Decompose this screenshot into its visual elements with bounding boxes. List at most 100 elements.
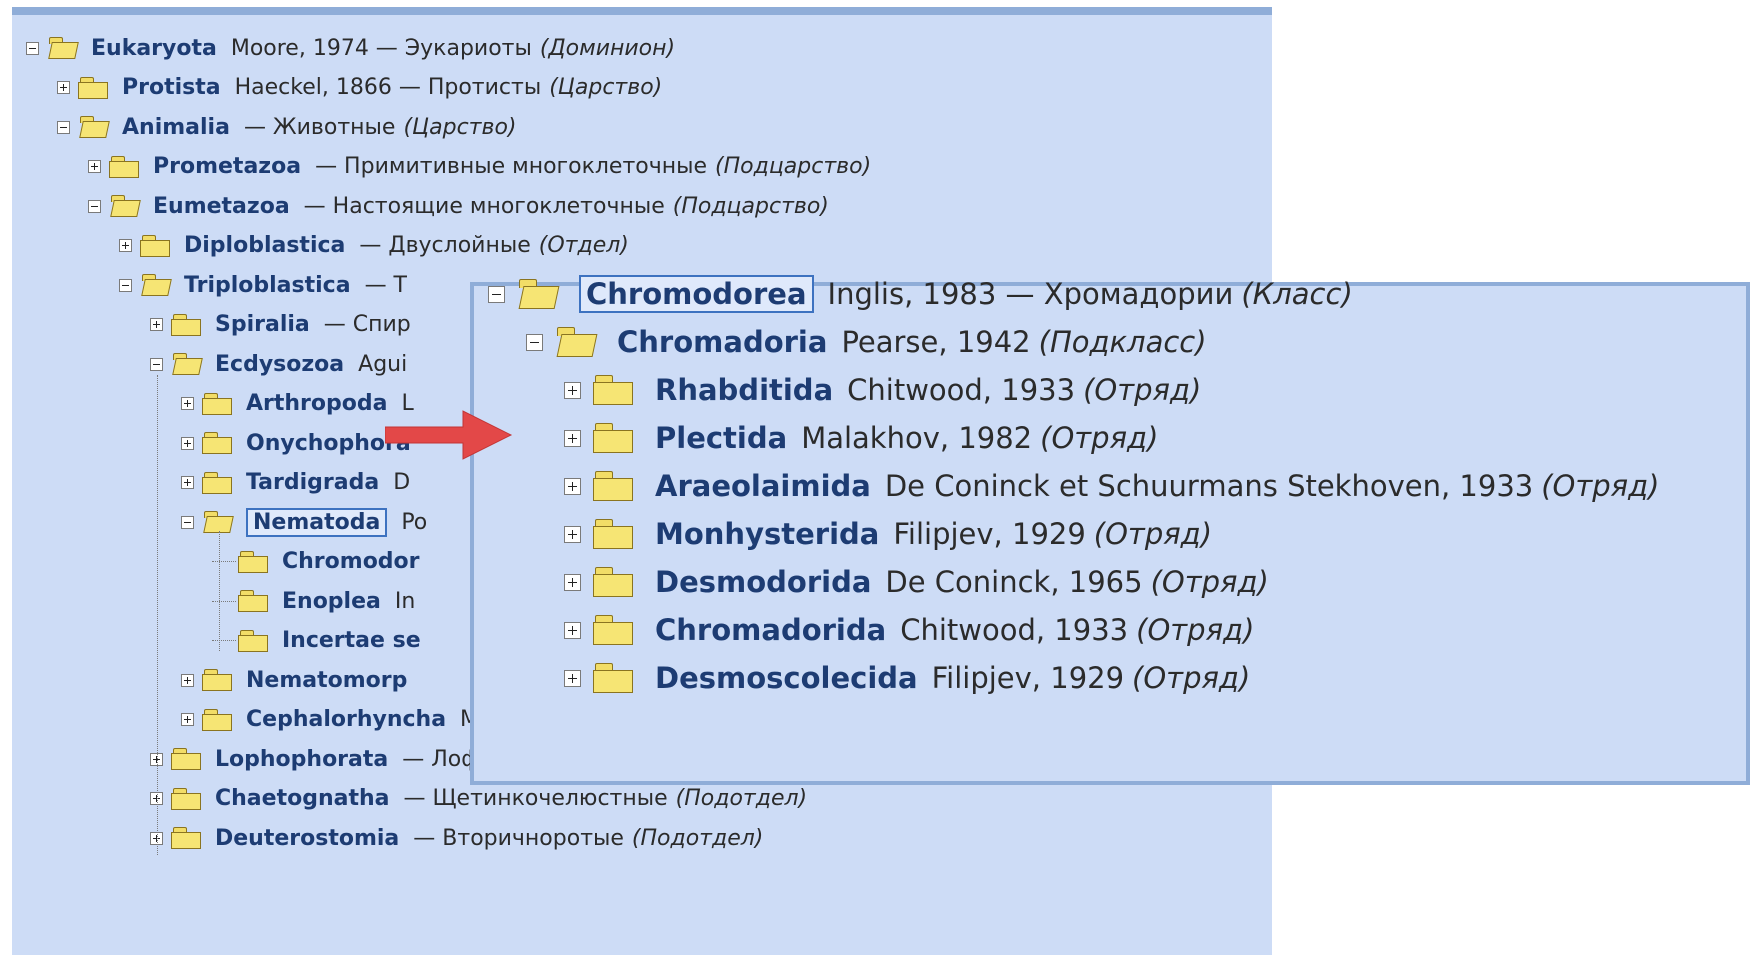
- folder-icon: [593, 567, 633, 597]
- collapse-toggle-icon[interactable]: [57, 120, 70, 134]
- taxon-name[interactable]: Chromadoria: [617, 325, 827, 359]
- expand-toggle-icon[interactable]: [150, 318, 163, 331]
- tree-node-chromodorea[interactable]: Chromodorea Inglis, 1983 — Хромадории (Кла…: [488, 270, 1353, 318]
- expand-toggle-icon[interactable]: [57, 81, 70, 94]
- tree-node-chromadorida[interactable]: Chromadorida Chitwood, 1933 (Отряд): [564, 606, 1254, 654]
- taxon-name[interactable]: Nematoda: [246, 507, 388, 537]
- taxon-name[interactable]: Eukaryota: [91, 36, 217, 61]
- taxon-name[interactable]: Triploblastica: [184, 273, 351, 298]
- collapse-toggle-icon[interactable]: [119, 278, 132, 292]
- tree-node-chaetognatha[interactable]: Chaetognatha — Щетинкочелюстные (Подотдел): [150, 781, 807, 817]
- taxon-name[interactable]: Plectida: [655, 421, 787, 455]
- taxon-rank: (Отряд): [1150, 565, 1269, 599]
- tree-node-chromadoria[interactable]: Chromadoria Pearse, 1942 (Подкласс): [526, 318, 1207, 366]
- taxon-rank: (Подотдел): [631, 825, 764, 851]
- tree-node-ecdysozoa[interactable]: Ecdysozoa Agui: [150, 346, 415, 382]
- taxon-name[interactable]: Incertae se: [282, 628, 421, 653]
- taxon-name[interactable]: Cephalorhyncha: [246, 707, 446, 732]
- taxon-name[interactable]: Chaetognatha: [215, 786, 390, 811]
- folder-icon: [109, 155, 139, 178]
- expand-toggle-icon[interactable]: [564, 429, 581, 447]
- tree-node-desmoscolecida[interactable]: Desmoscolecida Filipjev, 1929 (Отряд): [564, 654, 1250, 702]
- expand-toggle-icon[interactable]: [181, 713, 194, 726]
- taxon-rank: (Царство): [549, 75, 663, 100]
- tree-node-eumetazoa[interactable]: Eumetazoa — Настоящие многоклеточные (Подц…: [88, 188, 829, 224]
- expand-toggle-icon[interactable]: [564, 573, 581, 591]
- taxon-rank: (Отряд): [1132, 661, 1251, 695]
- tree-node-chromodor[interactable]: Chromodor: [212, 544, 434, 580]
- folder-icon: [202, 432, 232, 454]
- taxon-name[interactable]: Desmoscolecida: [655, 661, 918, 695]
- folder-icon: [593, 375, 633, 405]
- taxon-name[interactable]: Monhysterida: [655, 517, 879, 551]
- taxon-author: Chitwood, 1933: [847, 373, 1076, 407]
- tree-node-nematomorp[interactable]: Nematomorp: [181, 662, 421, 698]
- taxon-author: — Примитивные многоклеточные: [315, 154, 708, 179]
- folder-open-icon: [78, 116, 110, 138]
- taxon-name[interactable]: Enoplea: [282, 589, 381, 614]
- folder-icon: [593, 471, 633, 501]
- taxon-name[interactable]: Araeolaimida: [655, 469, 871, 503]
- expand-toggle-icon[interactable]: [119, 239, 132, 252]
- folder-icon: [202, 708, 232, 731]
- expand-toggle-icon[interactable]: [564, 381, 581, 399]
- expand-toggle-icon[interactable]: [88, 160, 101, 173]
- tree-node-incertae-se[interactable]: Incertae se: [212, 623, 435, 659]
- taxon-name[interactable]: Chromodorea: [579, 275, 814, 313]
- taxon-name[interactable]: Nematomorp: [246, 668, 407, 693]
- tree-node-prometazoa[interactable]: Prometazoa — Примитивные многоклеточные (П…: [88, 149, 871, 185]
- tree-node-triploblastica[interactable]: Triploblastica — Т: [119, 267, 415, 303]
- taxon-name[interactable]: Deuterostomia: [215, 826, 399, 851]
- tree-node-plectida[interactable]: Plectida Malakhov, 1982 (Отряд): [564, 414, 1158, 462]
- tree-node-diploblastica[interactable]: Diploblastica — Двуслойные (Отдел): [119, 228, 629, 264]
- tree-node-tardigrada[interactable]: Tardigrada D: [181, 465, 418, 501]
- taxon-name[interactable]: Chromodor: [282, 549, 420, 574]
- zoom-tree-panel: Chromodorea Inglis, 1983 — Хромадории (Кла…: [470, 275, 1750, 785]
- taxon-rank: (Доминион): [539, 35, 676, 61]
- taxon-author: De Coninck, 1965: [885, 565, 1143, 599]
- expand-toggle-icon[interactable]: [181, 436, 194, 450]
- tree-node-protista[interactable]: Protista Haeckel, 1866 — Протисты (Царство…: [57, 70, 662, 106]
- expand-toggle-icon[interactable]: [564, 477, 581, 495]
- collapse-toggle-icon[interactable]: [150, 357, 163, 371]
- taxon-name[interactable]: Spiralia: [215, 312, 310, 337]
- tree-node-rhabditida[interactable]: Rhabditida Chitwood, 1933 (Отряд): [564, 366, 1201, 414]
- taxon-name[interactable]: Tardigrada: [246, 470, 379, 495]
- tree-node-araeolaimida[interactable]: Araeolaimida De Coninck et Schuurmans Ste…: [564, 462, 1660, 510]
- taxon-author: In: [394, 588, 416, 614]
- folder-open-icon: [555, 327, 598, 357]
- taxon-name[interactable]: Arthropoda: [246, 391, 387, 416]
- tree-node-spiralia[interactable]: Spiralia — Спир: [150, 307, 419, 343]
- tree-guide-line: [219, 531, 220, 651]
- collapse-toggle-icon[interactable]: [181, 515, 194, 529]
- tree-node-enoplea[interactable]: Enoplea In: [212, 583, 423, 619]
- expand-toggle-icon[interactable]: [181, 397, 194, 410]
- taxon-name[interactable]: Diploblastica: [184, 233, 345, 258]
- collapse-toggle-icon[interactable]: [526, 333, 543, 351]
- taxon-name[interactable]: Ecdysozoa: [215, 352, 344, 377]
- expand-toggle-icon[interactable]: [181, 673, 194, 687]
- collapse-toggle-icon[interactable]: [26, 41, 39, 55]
- tree-node-eukaryota[interactable]: Eukaryota Moore, 1974 — Эукариоты (Доминио…: [26, 30, 675, 66]
- folder-icon: [593, 519, 633, 549]
- taxon-name[interactable]: Desmodorida: [655, 565, 871, 599]
- tree-node-monhysterida[interactable]: Monhysterida Filipjev, 1929 (Отряд): [564, 510, 1212, 558]
- taxon-author: Filipjev, 1929: [893, 517, 1086, 551]
- expand-toggle-icon[interactable]: [564, 669, 581, 687]
- collapse-toggle-icon[interactable]: [488, 285, 505, 303]
- taxon-name[interactable]: Animalia: [122, 115, 230, 140]
- taxon-name[interactable]: Eumetazoa: [153, 194, 290, 219]
- tree-node-desmodorida[interactable]: Desmodorida De Coninck, 1965 (Отряд): [564, 558, 1269, 606]
- taxon-name[interactable]: Chromadorida: [655, 613, 886, 647]
- taxon-name[interactable]: Lophophorata: [215, 747, 388, 772]
- tree-node-deuterostomia[interactable]: Deuterostomia — Вторичноротые (Подотдел): [150, 820, 763, 856]
- taxon-name[interactable]: Prometazoa: [153, 154, 301, 179]
- taxon-name[interactable]: Rhabditida: [655, 373, 833, 407]
- expand-toggle-icon[interactable]: [564, 525, 581, 543]
- tree-node-animalia[interactable]: Animalia — Животные (Царство): [57, 109, 517, 145]
- taxon-name[interactable]: Protista: [122, 75, 221, 100]
- expand-toggle-icon[interactable]: [181, 476, 194, 489]
- collapse-toggle-icon[interactable]: [88, 199, 101, 213]
- red-arrow-icon: [385, 410, 513, 460]
- expand-toggle-icon[interactable]: [564, 621, 581, 639]
